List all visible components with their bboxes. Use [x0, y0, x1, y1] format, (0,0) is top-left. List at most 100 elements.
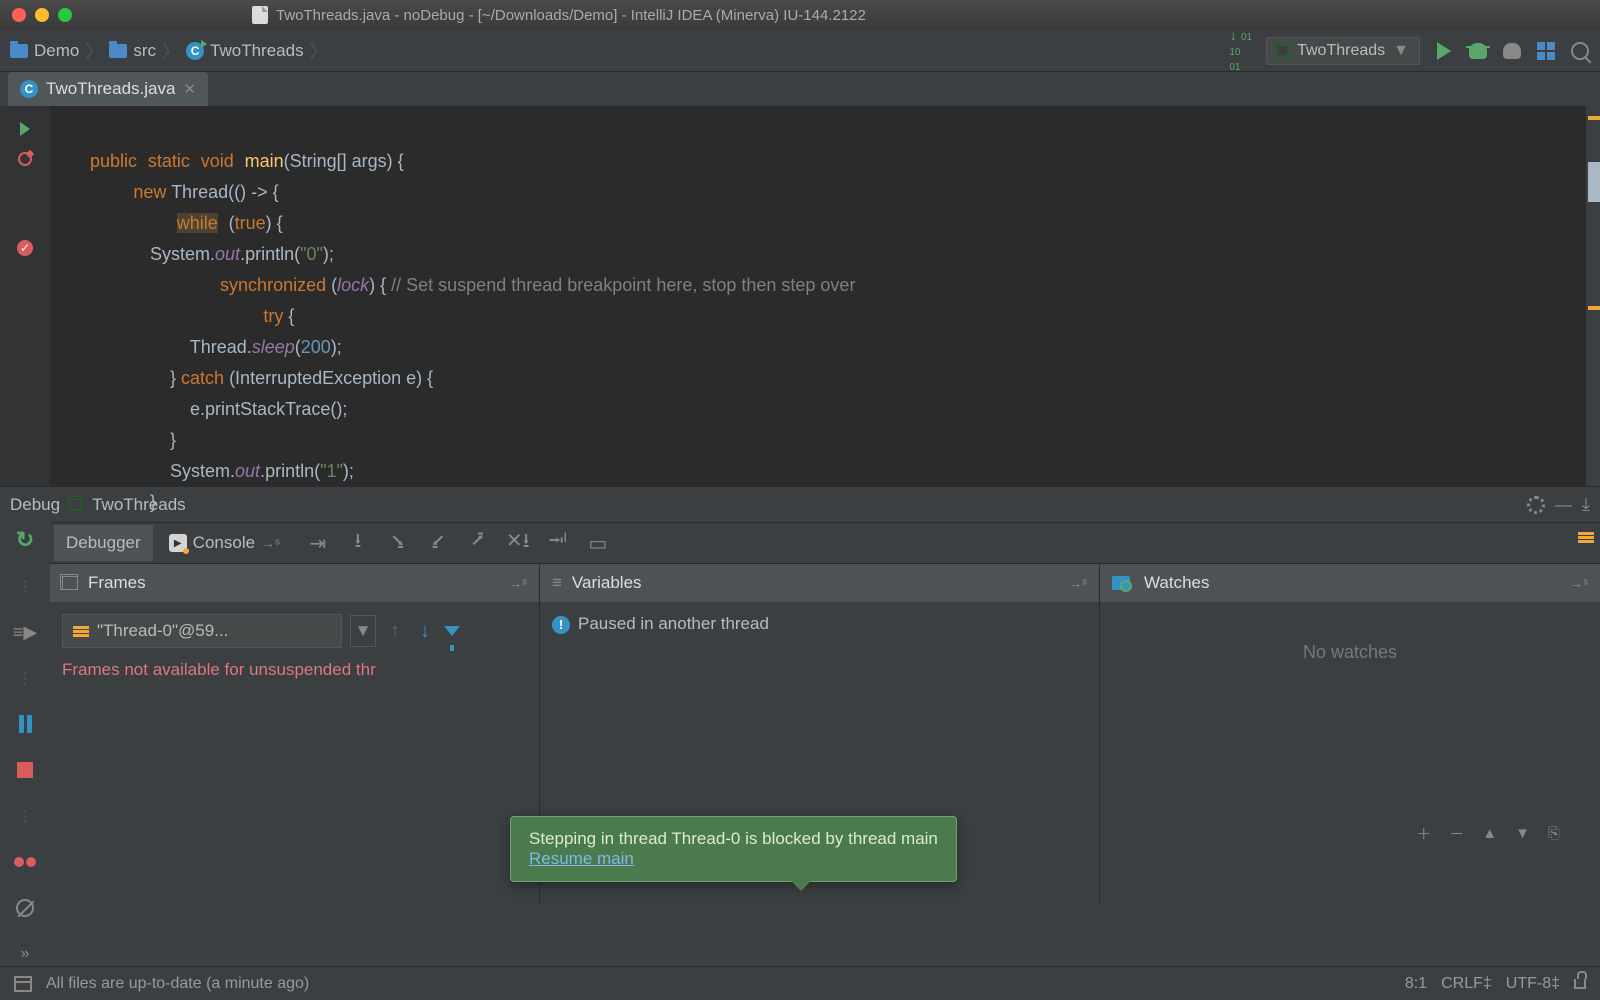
breadcrumb-demo[interactable]: Demo〉 [10, 38, 103, 64]
move-down-button[interactable]: ▼ [1515, 825, 1530, 842]
sep: ⋮ [13, 804, 37, 828]
status-message: All files are up-to-date (a minute ago) [46, 975, 309, 993]
console-tab[interactable]: ▶ Console →ˢ [157, 525, 292, 561]
variables-header: ≡ Variables →ˢ [540, 564, 1099, 602]
force-step-into-button[interactable]: ⭹ [424, 529, 452, 557]
warning-marker[interactable] [1588, 306, 1600, 310]
caret-position[interactable]: 8:1 [1405, 975, 1427, 993]
search-button[interactable] [1570, 41, 1590, 61]
resume-main-link[interactable]: Resume main [529, 849, 634, 868]
pause-button[interactable] [13, 712, 37, 736]
maximize-window-icon[interactable] [58, 8, 72, 22]
app-icon [1277, 45, 1289, 57]
threads-button[interactable]: ≡▶ [13, 620, 37, 644]
remove-watch-button[interactable]: － [1449, 823, 1464, 844]
tool-windows-icon[interactable] [14, 976, 32, 992]
layout-button[interactable]: ⋮ [13, 666, 37, 690]
close-tab-icon[interactable]: ✕ [183, 80, 196, 98]
thread-icon [73, 626, 89, 637]
warning-marker[interactable] [1588, 116, 1600, 120]
breadcrumb-class[interactable]: C TwoThreads〉 [186, 38, 328, 64]
status-bar: All files are up-to-date (a minute ago) … [0, 966, 1600, 1000]
run-line-icon[interactable] [20, 122, 30, 136]
folder-icon [109, 44, 127, 58]
mute-breakpoints-button[interactable] [13, 896, 37, 920]
coverage-button[interactable] [1502, 41, 1522, 61]
folder-icon [10, 44, 28, 58]
file-encoding[interactable]: UTF-8‡ [1506, 975, 1560, 993]
pin-icon[interactable]: →ˢ [1068, 575, 1087, 591]
resume-button[interactable]: ⋮ [13, 574, 37, 598]
code-area[interactable]: public static void main(String[] args) {… [50, 106, 1586, 486]
step-over-button[interactable]: ⭳ [344, 529, 372, 557]
build-icon[interactable]: ↓ 011001 [1229, 28, 1252, 73]
more-button[interactable]: » [13, 942, 37, 966]
bug-icon [1469, 43, 1487, 59]
window-title: TwoThreads.java - noDebug - [~/Downloads… [276, 7, 866, 24]
run-config-selector[interactable]: TwoThreads ▼ [1266, 37, 1420, 65]
breadcrumb-src[interactable]: src〉 [109, 38, 180, 64]
minimize-window-icon[interactable] [35, 8, 49, 22]
class-icon: C [20, 80, 38, 98]
hide-icon[interactable]: ⤓ [1582, 494, 1590, 515]
code-editor[interactable]: ✓ public static void main(String[] args)… [0, 106, 1600, 486]
pin-icon[interactable]: →ˢ [1569, 575, 1588, 591]
line-separator[interactable]: CRLF‡ [1441, 975, 1492, 993]
info-icon: ! [552, 616, 570, 634]
watches-header: Watches →ˢ [1100, 564, 1600, 602]
debug-label: Debug [10, 495, 60, 515]
coverage-icon [1503, 43, 1521, 59]
scroll-marker[interactable] [1588, 162, 1600, 202]
grid-icon [1537, 42, 1555, 60]
lock-icon[interactable] [1574, 979, 1586, 989]
thread-dropdown[interactable]: ▼ [350, 615, 376, 647]
run-button[interactable] [1434, 41, 1454, 61]
minimize-button[interactable]: — [1555, 495, 1572, 515]
show-execution-button[interactable]: ⇥ [304, 529, 332, 557]
frames-icon [62, 576, 78, 590]
debug-actions-column: ↻ ⋮ ≡▶ ⋮ ⋮ » [0, 522, 50, 966]
debug-button[interactable] [1468, 41, 1488, 61]
move-up-button[interactable]: ▲ [1482, 825, 1497, 842]
breakpoints-button[interactable] [13, 850, 37, 874]
drop-frame-button[interactable]: ✕⭳ [504, 529, 532, 557]
next-frame-button[interactable]: ↓ [420, 620, 430, 643]
stop-button[interactable] [13, 758, 37, 782]
thread-dump-button[interactable] [1572, 523, 1600, 551]
pin-icon: →ˢ [261, 535, 280, 551]
debugger-toolbar: Debugger ▶ Console →ˢ ⇥ ⭳ ⭸ ⭹ ⭷ ✕⭳ ⭲ᴵ ▭ [50, 522, 1600, 564]
blocked-thread-tooltip: Stepping in thread Thread-0 is blocked b… [510, 816, 957, 882]
pin-icon[interactable]: →ˢ [508, 575, 527, 591]
prev-frame-button[interactable]: ↑ [390, 620, 400, 643]
step-into-button[interactable]: ⭸ [384, 529, 412, 557]
window-titlebar: TwoThreads.java - noDebug - [~/Downloads… [0, 0, 1600, 30]
rerun-icon: ↻ [16, 527, 34, 553]
evaluate-button[interactable]: ▭ [584, 529, 612, 557]
editor-gutter[interactable]: ✓ [0, 106, 50, 486]
gear-icon[interactable] [1527, 496, 1545, 514]
rerun-button[interactable]: ↻ [13, 528, 37, 552]
breakpoints-icon [14, 857, 36, 867]
pause-icon [19, 715, 32, 733]
add-watch-button[interactable]: ＋ [1416, 823, 1431, 844]
frames-message: Frames not available for unsuspended thr [62, 660, 527, 680]
project-structure-button[interactable] [1536, 41, 1556, 61]
thread-selector[interactable]: "Thread-0"@59... [62, 614, 342, 648]
console-icon: ▶ [169, 534, 187, 552]
filter-icon[interactable] [444, 626, 460, 636]
mute-icon [16, 899, 34, 917]
step-out-button[interactable]: ⭷ [464, 529, 492, 557]
run-to-cursor-button[interactable]: ⭲ᴵ [544, 529, 572, 557]
close-window-icon[interactable] [12, 8, 26, 22]
no-watches-label: No watches [1100, 602, 1600, 904]
copy-button[interactable]: ⎘ [1548, 825, 1560, 842]
more-icon: » [21, 945, 30, 963]
stop-icon [17, 762, 33, 778]
class-icon: C [186, 42, 204, 60]
method-exit-icon[interactable] [18, 152, 32, 166]
error-stripe[interactable] [1586, 106, 1600, 486]
breakpoint-icon[interactable]: ✓ [17, 240, 33, 256]
play-icon [1437, 42, 1451, 60]
file-tab[interactable]: C TwoThreads.java ✕ [8, 72, 208, 106]
navigation-bar: Demo〉 src〉 C TwoThreads〉 ↓ 011001 TwoThr… [0, 30, 1600, 72]
